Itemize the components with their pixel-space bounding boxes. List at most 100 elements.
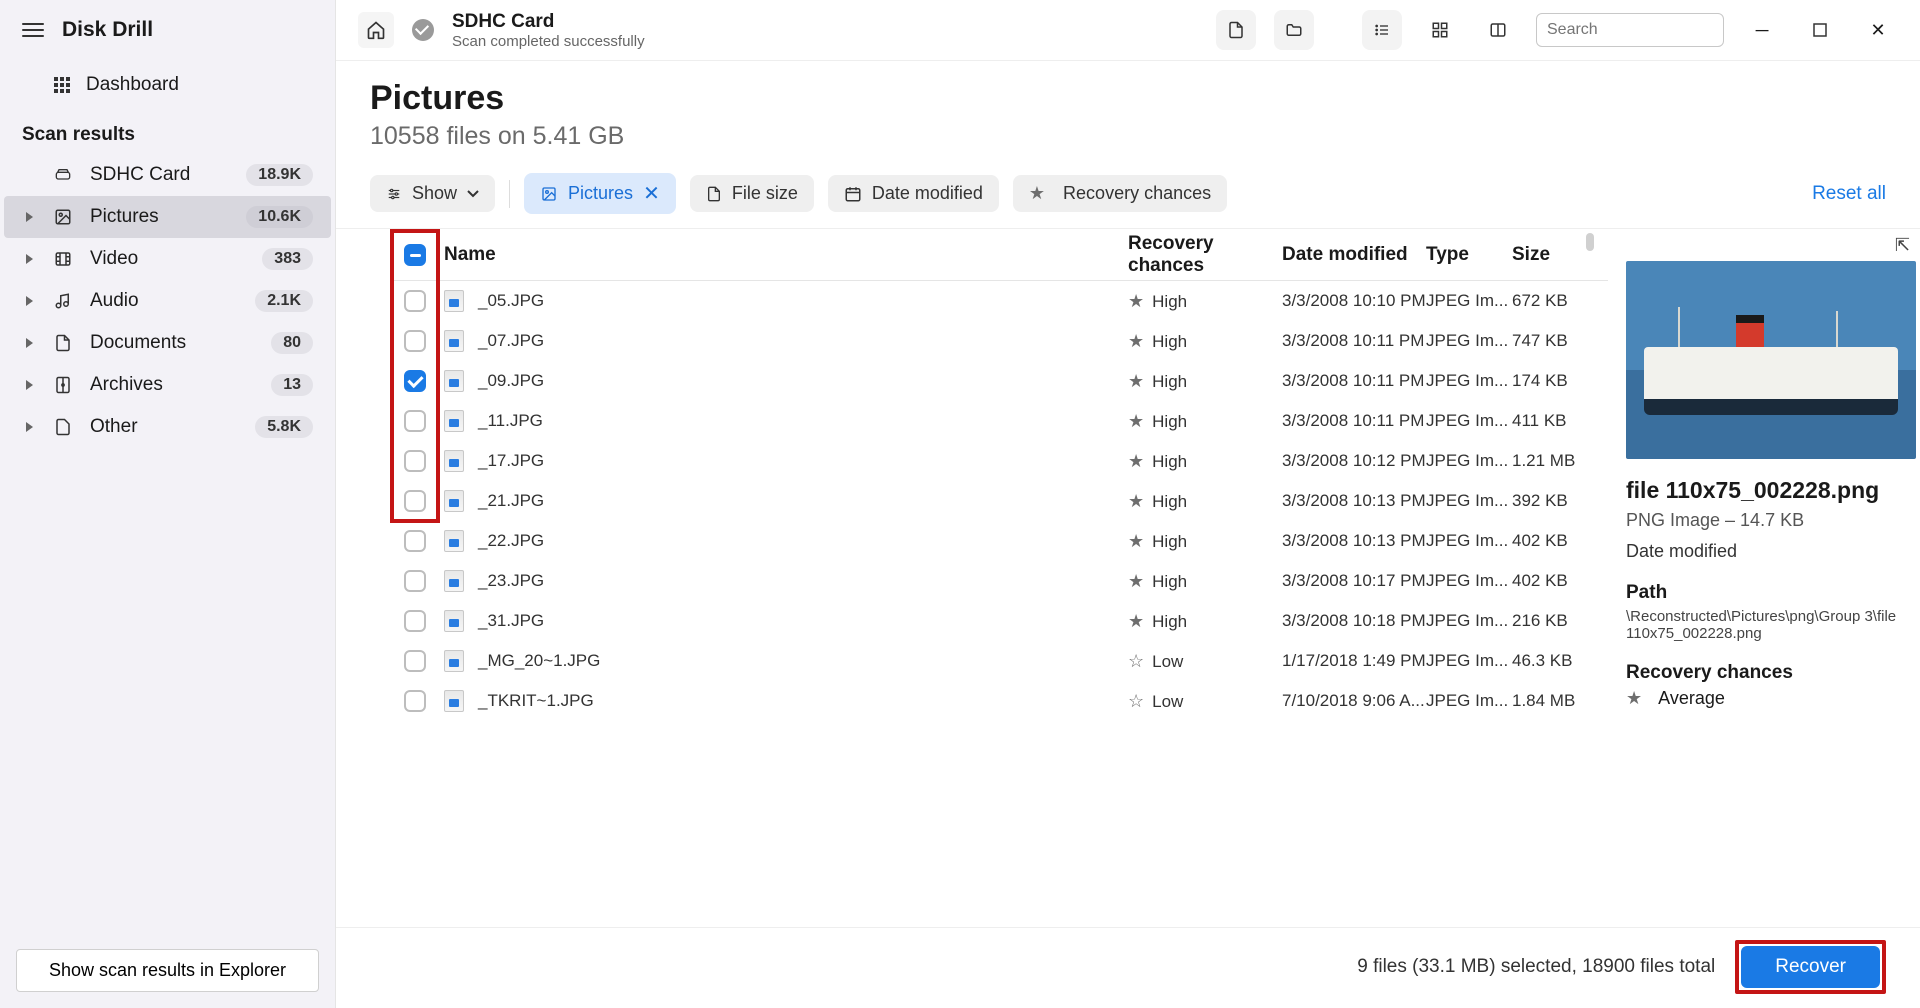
- chevron-right-icon: [26, 380, 33, 390]
- col-date[interactable]: Date modified: [1282, 244, 1426, 266]
- topbar: SDHC Card Scan completed successfully ─ …: [336, 0, 1920, 61]
- sidebar-item-dashboard[interactable]: Dashboard: [0, 60, 335, 110]
- col-name[interactable]: Name: [438, 244, 1128, 266]
- list-icon: [1373, 22, 1391, 38]
- sidebar-item-documents[interactable]: Documents 80: [4, 322, 331, 364]
- row-checkbox[interactable]: [404, 530, 426, 552]
- folder-icon-button[interactable]: [1274, 10, 1314, 50]
- menu-icon[interactable]: [22, 23, 44, 37]
- file-name: _07.JPG: [478, 331, 544, 351]
- file-icon-button[interactable]: [1216, 10, 1256, 50]
- row-checkbox[interactable]: [404, 370, 426, 392]
- row-checkbox[interactable]: [404, 450, 426, 472]
- home-button[interactable]: [358, 12, 394, 48]
- table-row[interactable]: _17.JPG ★High 3/3/2008 10:12 PM JPEG Im.…: [392, 441, 1608, 481]
- select-all-checkbox[interactable]: [404, 244, 426, 266]
- close-button[interactable]: ✕: [1858, 12, 1898, 48]
- recovery-value: High: [1152, 572, 1187, 591]
- page-title: Pictures: [370, 79, 1886, 118]
- recovery-value: High: [1152, 452, 1187, 471]
- file-name: _05.JPG: [478, 291, 544, 311]
- date-value: 1/17/2018 1:49 PM: [1282, 651, 1426, 671]
- preview-image: [1626, 261, 1916, 459]
- show-in-explorer-button[interactable]: Show scan results in Explorer: [16, 949, 319, 992]
- table-row[interactable]: _11.JPG ★High 3/3/2008 10:11 PM JPEG Im.…: [392, 401, 1608, 441]
- sidebar-item-video[interactable]: Video 383: [4, 238, 331, 280]
- sidebar-item-other[interactable]: Other 5.8K: [4, 406, 331, 448]
- row-checkbox[interactable]: [404, 570, 426, 592]
- star-icon: ★: [1128, 331, 1144, 351]
- date-value: 7/10/2018 9:06 A...: [1282, 691, 1426, 711]
- type-value: JPEG Im...: [1426, 611, 1512, 631]
- category-icon: [50, 290, 76, 312]
- sidebar-item-audio[interactable]: Audio 2.1K: [4, 280, 331, 322]
- table-row[interactable]: _23.JPG ★High 3/3/2008 10:17 PM JPEG Im.…: [392, 561, 1608, 601]
- row-checkbox[interactable]: [404, 610, 426, 632]
- show-filter[interactable]: Show: [370, 175, 495, 212]
- recovery-value: Low: [1152, 652, 1183, 671]
- row-checkbox[interactable]: [404, 290, 426, 312]
- table-row[interactable]: _07.JPG ★High 3/3/2008 10:11 PM JPEG Im.…: [392, 321, 1608, 361]
- category-icon: [50, 333, 76, 353]
- row-checkbox[interactable]: [404, 490, 426, 512]
- file-name: _22.JPG: [478, 531, 544, 551]
- table-row[interactable]: _09.JPG ★High 3/3/2008 10:11 PM JPEG Im.…: [392, 361, 1608, 401]
- count-badge: 18.9K: [246, 164, 313, 186]
- table-row[interactable]: _TKRIT~1.JPG ☆Low 7/10/2018 9:06 A... JP…: [392, 681, 1608, 721]
- recchance-filter[interactable]: ★ Recovery chances: [1013, 175, 1227, 212]
- table-row[interactable]: _05.JPG ★High 3/3/2008 10:10 PM JPEG Im.…: [392, 281, 1608, 321]
- image-icon: [540, 186, 558, 202]
- row-checkbox[interactable]: [404, 650, 426, 672]
- sliders-icon: [386, 187, 402, 201]
- close-icon[interactable]: ✕: [643, 181, 660, 206]
- sidebar-item-archives[interactable]: Archives 13: [4, 364, 331, 406]
- search-input[interactable]: [1547, 21, 1754, 39]
- file-name: _17.JPG: [478, 451, 544, 471]
- reset-all-link[interactable]: Reset all: [1812, 183, 1886, 205]
- table-row[interactable]: _31.JPG ★High 3/3/2008 10:18 PM JPEG Im.…: [392, 601, 1608, 641]
- category-icon: [50, 417, 76, 437]
- check-circle-icon: [412, 19, 434, 41]
- file-type-icon: [444, 450, 464, 472]
- scrollbar[interactable]: [1586, 233, 1594, 251]
- type-value: JPEG Im...: [1426, 371, 1512, 391]
- sidebar-item-label: Archives: [90, 374, 257, 396]
- category-icon: [50, 250, 76, 268]
- pictures-filter[interactable]: Pictures ✕: [524, 173, 676, 214]
- table-row[interactable]: _22.JPG ★High 3/3/2008 10:13 PM JPEG Im.…: [392, 521, 1608, 561]
- grid-view-button[interactable]: [1420, 10, 1460, 50]
- maximize-button[interactable]: [1800, 12, 1840, 48]
- date-value: 3/3/2008 10:11 PM: [1282, 331, 1426, 351]
- filesize-filter[interactable]: File size: [690, 175, 814, 212]
- col-type[interactable]: Type: [1426, 244, 1512, 266]
- table-row[interactable]: _21.JPG ★High 3/3/2008 10:13 PM JPEG Im.…: [392, 481, 1608, 521]
- recovery-value: High: [1152, 292, 1187, 311]
- datemod-filter[interactable]: Date modified: [828, 175, 999, 212]
- list-view-button[interactable]: [1362, 10, 1402, 50]
- type-value: JPEG Im...: [1426, 291, 1512, 311]
- count-badge: 383: [262, 248, 313, 270]
- category-icon: [50, 167, 76, 183]
- chevron-right-icon: [26, 422, 33, 432]
- file-type-icon: [444, 490, 464, 512]
- size-value: 411 KB: [1512, 411, 1608, 431]
- scan-subtitle: Scan completed successfully: [452, 33, 645, 50]
- recover-button[interactable]: Recover: [1741, 946, 1880, 988]
- category-icon: [50, 208, 76, 226]
- expand-icon[interactable]: ⇱: [1895, 235, 1910, 256]
- row-checkbox[interactable]: [404, 410, 426, 432]
- page-subtitle: 10558 files on 5.41 GB: [370, 122, 1886, 151]
- type-value: JPEG Im...: [1426, 651, 1512, 671]
- scan-title: SDHC Card: [452, 11, 645, 33]
- col-recovery[interactable]: Recovery chances: [1128, 233, 1282, 277]
- row-checkbox[interactable]: [404, 330, 426, 352]
- sidebar-item-pictures[interactable]: Pictures 10.6K: [4, 196, 331, 238]
- recovery-value: High: [1152, 332, 1187, 351]
- home-icon: [366, 20, 386, 40]
- star-icon: ★: [1128, 371, 1144, 391]
- search-box[interactable]: [1536, 13, 1724, 47]
- row-checkbox[interactable]: [404, 690, 426, 712]
- table-row[interactable]: _MG_20~1.JPG ☆Low 1/17/2018 1:49 PM JPEG…: [392, 641, 1608, 681]
- sidebar-item-sdhc-card[interactable]: SDHC Card 18.9K: [4, 154, 331, 196]
- columns-view-button[interactable]: [1478, 10, 1518, 50]
